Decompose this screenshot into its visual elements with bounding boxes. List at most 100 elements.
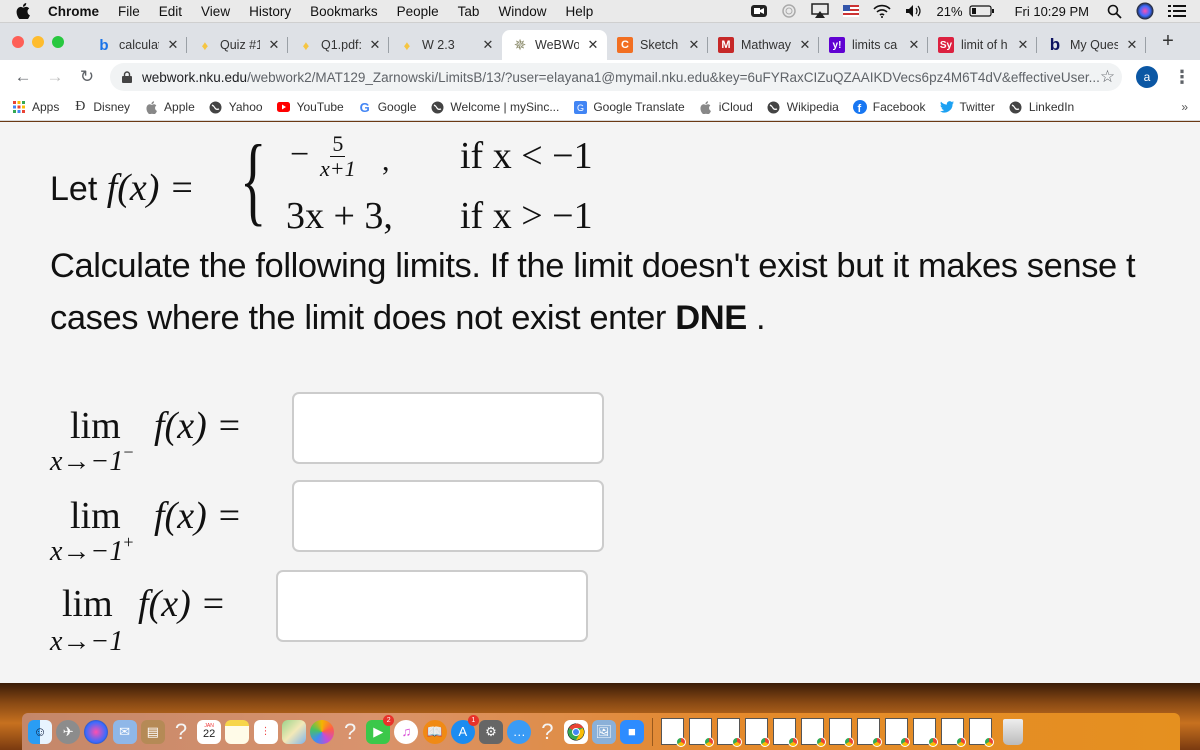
menu-edit[interactable]: Edit: [159, 4, 182, 19]
zoom-window-button[interactable]: [52, 35, 64, 48]
trash-icon[interactable]: [1003, 718, 1024, 745]
chrome-window-thumbnail[interactable]: [801, 718, 827, 747]
apple-menu-icon[interactable]: [16, 3, 34, 19]
bookmark-disney[interactable]: Ð Disney: [73, 99, 130, 114]
zoom-icon[interactable]: [750, 4, 767, 18]
app-store-icon[interactable]: A1: [450, 714, 479, 744]
bookmark-apps[interactable]: Apps: [12, 100, 59, 114]
bookmark-google-translate[interactable]: G Google Translate: [573, 100, 685, 114]
bookmark-wikipedia[interactable]: Wikipedia: [767, 100, 839, 114]
reload-button[interactable]: ↻: [74, 64, 100, 90]
back-button[interactable]: ←: [10, 64, 36, 90]
menu-clock[interactable]: Fri 10:29 PM: [1015, 4, 1089, 19]
reminders-icon[interactable]: ⋮: [253, 719, 278, 744]
minimize-window-button[interactable]: [32, 35, 44, 48]
siri-icon[interactable]: [1136, 2, 1154, 20]
system-preferences-icon[interactable]: ⚙: [479, 719, 503, 744]
us-flag-icon[interactable]: [842, 5, 859, 17]
tab-webwork[interactable]: ✵ WeBWork ✕: [502, 30, 607, 60]
bookmark-yahoo[interactable]: Yahoo: [209, 100, 263, 114]
bookmark-linkedin[interactable]: LinkedIn: [1009, 100, 1074, 114]
bookmark-google[interactable]: G Google: [358, 100, 417, 115]
menu-help[interactable]: Help: [565, 4, 593, 19]
bookmark-mysinclair[interactable]: Welcome | mySinc...: [430, 100, 559, 114]
tab-symbolab[interactable]: Sy limit of h ✕: [928, 30, 1037, 60]
bookmark-icloud[interactable]: iCloud: [699, 100, 753, 114]
close-tab-icon[interactable]: ✕: [1017, 37, 1029, 53]
profile-avatar[interactable]: a: [1136, 66, 1158, 88]
bookmark-facebook[interactable]: f Facebook: [852, 100, 926, 114]
notes-icon[interactable]: [225, 719, 250, 744]
chrome-window-thumbnail[interactable]: [717, 718, 743, 747]
chrome-window-thumbnail[interactable]: [689, 718, 715, 747]
night-shift-icon[interactable]: [781, 3, 797, 19]
chrome-window-thumbnail[interactable]: [745, 718, 771, 747]
close-tab-icon[interactable]: ✕: [799, 37, 811, 53]
preview-icon[interactable]: 🖼: [591, 719, 616, 744]
unknown-app-icon[interactable]: ?: [535, 719, 559, 744]
menu-app-name[interactable]: Chrome: [48, 4, 99, 19]
chrome-window-thumbnail[interactable]: [661, 718, 687, 747]
contacts-icon[interactable]: ▤: [140, 719, 165, 744]
menu-bookmarks[interactable]: Bookmarks: [310, 4, 378, 19]
chrome-window-thumbnail[interactable]: [829, 718, 855, 747]
menu-view[interactable]: View: [201, 4, 230, 19]
siri-dock-icon[interactable]: [84, 719, 109, 744]
answer-input-right-limit[interactable]: [292, 480, 604, 552]
chrome-window-thumbnail[interactable]: [969, 718, 995, 747]
maps-icon[interactable]: [281, 719, 306, 744]
menu-file[interactable]: File: [118, 4, 140, 19]
photos-icon[interactable]: [309, 719, 334, 744]
zoom-app-icon[interactable]: ■: [619, 719, 644, 744]
tab-limits-yahoo[interactable]: y! limits ca ✕: [819, 30, 928, 60]
battery-icon[interactable]: [968, 5, 995, 17]
close-tab-icon[interactable]: ✕: [587, 37, 599, 53]
tab-sketch[interactable]: C Sketch T ✕: [607, 30, 708, 60]
answer-input-two-sided-limit[interactable]: [276, 570, 588, 642]
bookmarks-overflow-button[interactable]: »: [1181, 100, 1188, 114]
finder-icon[interactable]: ☺: [28, 719, 52, 744]
tab-mathway[interactable]: M Mathway ✕: [708, 30, 819, 60]
chrome-window-thumbnail[interactable]: [941, 718, 967, 747]
menu-tab[interactable]: Tab: [458, 4, 480, 19]
close-tab-icon[interactable]: ✕: [1126, 37, 1138, 53]
close-tab-icon[interactable]: ✕: [482, 37, 494, 53]
close-tab-icon[interactable]: ✕: [369, 37, 381, 53]
close-tab-icon[interactable]: ✕: [268, 37, 280, 53]
chrome-menu-icon[interactable]: ⋮: [1173, 68, 1191, 86]
close-tab-icon[interactable]: ✕: [688, 37, 700, 53]
chrome-window-thumbnail[interactable]: [857, 718, 883, 747]
books-icon[interactable]: 📖: [422, 719, 447, 744]
volume-icon[interactable]: [905, 4, 923, 18]
airplay-icon[interactable]: [810, 3, 829, 19]
close-tab-icon[interactable]: ✕: [167, 37, 179, 53]
bookmark-apple[interactable]: Apple: [144, 100, 195, 114]
menu-people[interactable]: People: [397, 4, 439, 19]
bookmark-youtube[interactable]: YouTube: [277, 100, 344, 114]
wifi-icon[interactable]: [872, 4, 891, 18]
answer-input-left-limit[interactable]: [292, 392, 604, 464]
itunes-icon[interactable]: ♫: [394, 719, 419, 744]
chrome-window-thumbnail[interactable]: [913, 718, 939, 747]
tab-w-2-3[interactable]: ♦ W 2.3 ✕: [389, 30, 502, 60]
close-tab-icon[interactable]: ✕: [908, 37, 920, 53]
notification-center-icon[interactable]: [1168, 4, 1186, 18]
unknown-app-icon[interactable]: ?: [169, 719, 193, 744]
chrome-icon[interactable]: [563, 719, 588, 744]
launchpad-icon[interactable]: ✈: [56, 719, 81, 744]
facetime-icon[interactable]: ▶ 2: [366, 714, 395, 744]
forward-button[interactable]: →: [42, 64, 68, 90]
new-tab-button[interactable]: +: [1156, 30, 1180, 53]
calendar-icon[interactable]: JAN 22: [197, 719, 222, 744]
unknown-app-icon[interactable]: ?: [338, 719, 362, 744]
tab-q1-pdf[interactable]: ♦ Q1.pdf: S ✕: [288, 30, 389, 60]
bookmark-twitter[interactable]: Twitter: [939, 100, 995, 114]
spotlight-search-icon[interactable]: [1107, 4, 1122, 19]
messages-icon[interactable]: …: [507, 719, 532, 744]
chrome-window-thumbnail[interactable]: [885, 718, 911, 747]
tab-my-questions[interactable]: b My Ques ✕: [1037, 30, 1146, 60]
tab-calculate[interactable]: b calculate ✕: [86, 30, 187, 60]
address-bar[interactable]: webwork.nku.edu/webwork2/MAT129_Zarnowsk…: [110, 63, 1122, 91]
menu-history[interactable]: History: [249, 4, 291, 19]
tab-quiz[interactable]: ♦ Quiz #1: ✕: [187, 30, 288, 60]
